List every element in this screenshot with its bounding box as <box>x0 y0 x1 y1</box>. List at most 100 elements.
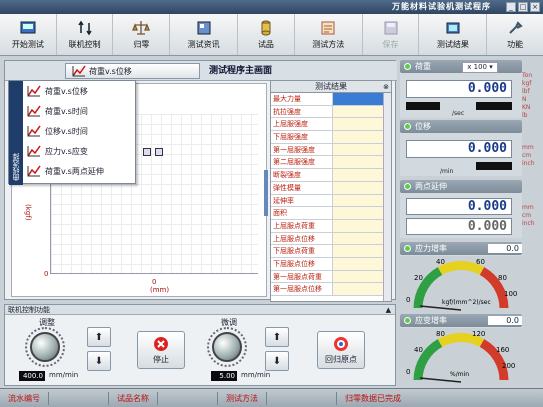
method-label: 测试方法 <box>218 391 267 405</box>
test-info-button[interactable]: 测试资讯 <box>170 14 239 55</box>
curve-chart-icon <box>27 85 41 97</box>
extension-value: 0.000 <box>406 198 512 215</box>
curve-chart-icon <box>27 165 41 177</box>
menu-item[interactable]: 荷重v.s时间 <box>27 103 88 119</box>
coarse-knob[interactable] <box>30 332 60 362</box>
test-result-button[interactable]: 测试结果 <box>419 14 488 55</box>
result-label: 面积 <box>271 207 333 219</box>
status-dot-icon <box>404 183 411 190</box>
load-unit-list[interactable]: Ton kgf lbf N KN lb <box>522 72 532 120</box>
specimen-button[interactable]: 试品 <box>238 14 295 55</box>
specimen-field <box>158 391 218 405</box>
results-scrollbar[interactable] <box>383 93 391 301</box>
table-row[interactable]: 下屈服强度 <box>271 131 391 144</box>
pane-splitter[interactable] <box>264 170 268 216</box>
extension-panel: 两点延伸 0.000 0.000 <box>400 180 522 238</box>
gauge-unit-label: kgf/(mm^2)/sec <box>442 299 491 306</box>
table-row[interactable]: 上屈服点荷重 <box>271 219 391 233</box>
table-row[interactable]: 面积 <box>271 207 391 220</box>
load-scale-select[interactable]: x 100 ▾ <box>462 62 498 73</box>
gauge-scale-label: 120 <box>472 330 485 338</box>
gauge-scale-label: 80 <box>498 274 507 282</box>
results-header: 测试结果 ⊗ <box>271 81 391 93</box>
function-icon <box>509 21 523 34</box>
table-row[interactable]: 断裂强度 <box>271 169 391 182</box>
specimen-icon <box>261 20 271 36</box>
gauge-unit-label: %/min <box>450 371 469 378</box>
table-row[interactable]: 第一屈服点荷重 <box>271 270 391 284</box>
result-label: 第一屈服强度 <box>271 143 333 156</box>
menu-item[interactable]: 应力v.s应变 <box>27 143 88 159</box>
table-row[interactable]: 上屈服点位移 <box>271 232 391 246</box>
menu-item[interactable]: 荷重v.s位移 <box>27 83 88 99</box>
table-row[interactable]: 上屈服强度 <box>271 118 391 132</box>
fine-knob[interactable] <box>212 332 242 362</box>
table-row[interactable]: 第二屈服强度 <box>271 156 391 170</box>
save-button[interactable]: 保存 <box>363 14 420 55</box>
start-test-button[interactable]: 开始测试 <box>0 14 57 55</box>
curve-select-button[interactable]: 荷重v.s位移 <box>65 63 200 79</box>
gauge-scale-label: 40 <box>414 346 423 354</box>
table-row[interactable]: 下屈服点位移 <box>271 257 391 271</box>
close-button[interactable]: × <box>530 2 540 12</box>
strain-rate-header: 应变增率 0.0 <box>400 314 522 327</box>
x-unit-label: (mm) <box>150 286 170 294</box>
curve-chart-icon <box>27 145 41 157</box>
fine-down-button[interactable]: ⬇ <box>265 351 289 371</box>
chart-tool-button[interactable] <box>143 148 151 156</box>
minimize-button[interactable]: _ <box>506 2 516 12</box>
balance-zero-button[interactable]: 归零 <box>113 14 171 55</box>
fine-up-button[interactable]: ⬆ <box>265 327 289 347</box>
gauge-scale-label: 20 <box>414 274 423 282</box>
return-home-button[interactable]: 回归原点 <box>317 331 365 369</box>
menu-item[interactable]: 位移v.s时间 <box>27 123 88 139</box>
method-field <box>267 391 337 405</box>
menu-item[interactable]: 荷重v.s两点延伸 <box>27 163 104 179</box>
result-label: 上屈服点荷重 <box>271 219 333 232</box>
control-header: 联机控制功能 ▲ <box>5 305 395 315</box>
y-unit-label: (kgf) <box>24 204 32 221</box>
start-test-icon <box>20 21 36 34</box>
collapse-icon[interactable]: ▲ <box>386 305 391 315</box>
function-button[interactable]: 功能 <box>487 14 543 55</box>
online-control-button[interactable]: 联机控制 <box>57 14 114 55</box>
gauge-scale-label: 0 <box>406 296 410 304</box>
up-button[interactable]: ⬆ <box>87 327 111 347</box>
arrow-down-icon: ⬇ <box>94 355 104 367</box>
status-dot-icon <box>404 63 411 70</box>
curve-select-menu: 曲线选择 荷重v.s位移 荷重v.s时间 位移v.s时间 应力v.s应变 荷重v… <box>8 80 136 185</box>
extension-unit-list[interactable]: mm cm inch <box>522 204 535 228</box>
table-row[interactable]: 下屈服点荷重 <box>271 245 391 258</box>
table-row[interactable]: 第一屈服点位移 <box>271 283 391 296</box>
result-label: 抗拉强度 <box>271 105 333 118</box>
status-dot-icon <box>404 123 411 130</box>
serial-label: 流水编号 <box>0 391 49 405</box>
maximize-button[interactable]: □ <box>518 2 528 12</box>
displacement-rate-unit: /min <box>440 168 454 175</box>
status-message: 归零数据已完成 <box>345 393 401 403</box>
results-table: 最大力量 抗拉强度 上屈服强度 下屈服强度 第一屈服强度 第二屈服强度 断裂强度 弹性模量 延伸… <box>271 93 391 296</box>
down-button[interactable]: ⬇ <box>87 351 111 371</box>
y-zero-label: 0 <box>44 270 49 278</box>
gauge-scale-label: 160 <box>496 346 509 354</box>
table-row[interactable]: 弹性模量 <box>271 181 391 195</box>
result-label: 下屈服点荷重 <box>271 245 333 257</box>
table-row[interactable]: 延伸率 <box>271 194 391 208</box>
displacement-header: 位移 <box>400 120 522 133</box>
chart-tool-buttons <box>143 148 163 156</box>
result-label: 第一屈服点荷重 <box>271 270 333 283</box>
test-info-icon <box>197 21 211 35</box>
title-bar: 万能材料试验机测试程序 _ □ × <box>0 0 543 14</box>
serial-field <box>49 391 109 405</box>
arrow-down-icon: ⬇ <box>272 355 282 367</box>
displacement-unit-list[interactable]: mm cm inch <box>522 144 535 168</box>
table-row[interactable]: 第一屈服强度 <box>271 143 391 157</box>
close-icon[interactable]: ⊗ <box>383 82 389 93</box>
stop-button[interactable]: 停止 <box>137 331 185 369</box>
curve-chart-icon <box>72 65 86 77</box>
table-row[interactable]: 最大力量 <box>271 93 391 106</box>
result-label: 第二屈服强度 <box>271 156 333 169</box>
table-row[interactable]: 抗拉强度 <box>271 105 391 119</box>
chart-save-button[interactable] <box>155 148 163 156</box>
test-method-button[interactable]: 测试方法 <box>295 14 363 55</box>
